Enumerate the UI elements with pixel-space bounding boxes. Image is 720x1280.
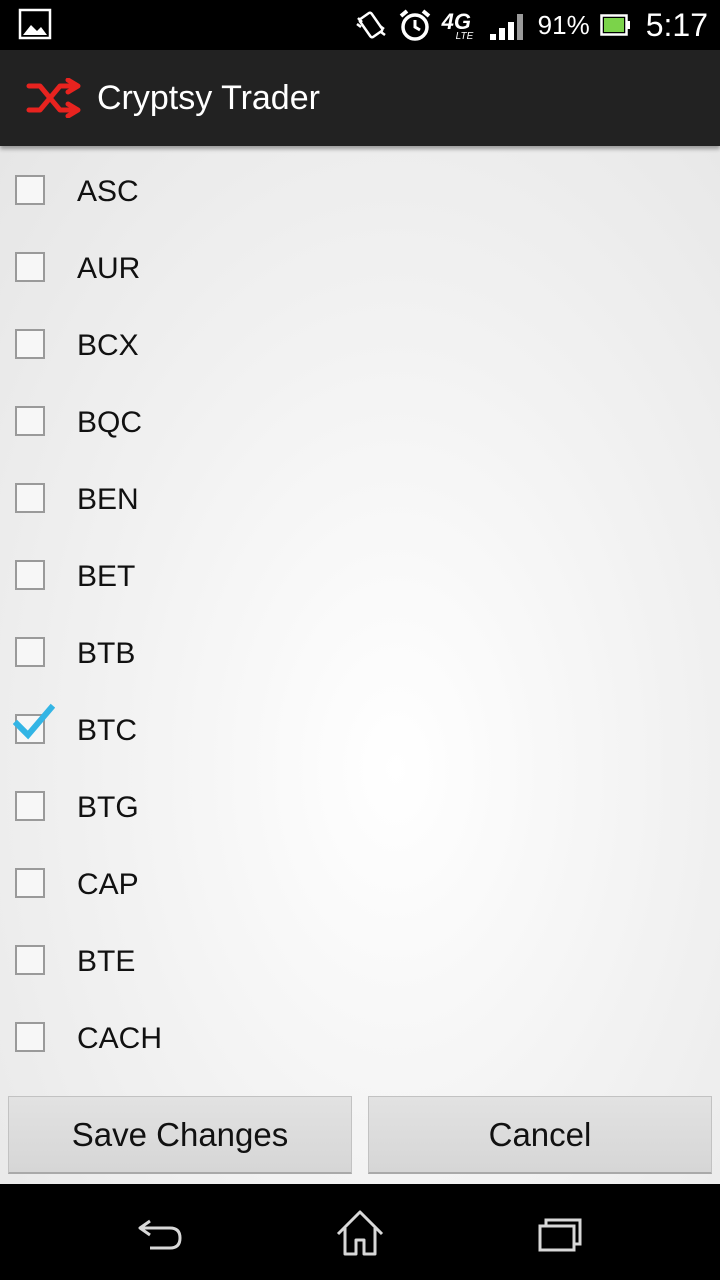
battery-icon bbox=[599, 14, 630, 36]
back-icon[interactable] bbox=[130, 1208, 190, 1258]
currency-label: BQC bbox=[77, 406, 143, 439]
currency-checkbox[interactable] bbox=[15, 175, 45, 205]
currency-list-item-bqc[interactable]: BQC bbox=[0, 384, 720, 461]
currency-label: BTG bbox=[77, 791, 139, 824]
currency-label: CAP bbox=[77, 868, 139, 901]
currency-list-item-aur[interactable]: AUR bbox=[0, 230, 720, 307]
status-bar: 4G LTE 91% 5:17 bbox=[0, 0, 720, 50]
currency-label: CACH bbox=[77, 1022, 163, 1055]
save-changes-button[interactable]: Save Changes bbox=[8, 1096, 352, 1174]
alarm-icon bbox=[399, 9, 430, 41]
network-type-indicator: 4G LTE bbox=[442, 5, 478, 45]
currency-label: BEN bbox=[77, 483, 139, 516]
signal-icon bbox=[489, 14, 523, 40]
currency-label: BTC bbox=[77, 714, 137, 747]
currency-label: AUR bbox=[77, 252, 141, 285]
home-icon[interactable] bbox=[330, 1208, 390, 1258]
currency-list-item-btb[interactable]: BTB bbox=[0, 615, 720, 692]
currency-list-item-bcx[interactable]: BCX bbox=[0, 307, 720, 384]
currency-list-item-btc[interactable]: BTC bbox=[0, 692, 720, 769]
vibrate-icon bbox=[355, 11, 386, 39]
currency-list-item-bet[interactable]: BET bbox=[0, 538, 720, 615]
currency-label: BET bbox=[77, 560, 136, 593]
currency-list-item-cach[interactable]: CACH bbox=[0, 1000, 720, 1077]
checkmark-icon bbox=[13, 703, 55, 740]
app-title: Cryptsy Trader bbox=[97, 79, 320, 117]
currency-selection-panel: ASC AUR BCX BQC BEN BET BTB BTC BTG CAP BTE CACH Sa… bbox=[0, 146, 720, 1184]
currency-checkbox[interactable] bbox=[15, 868, 45, 898]
cancel-button[interactable]: Cancel bbox=[368, 1096, 712, 1174]
currency-checkbox[interactable] bbox=[15, 252, 45, 282]
shuffle-icon[interactable] bbox=[26, 78, 86, 118]
currency-checkbox[interactable] bbox=[15, 329, 45, 359]
image-icon bbox=[18, 8, 52, 40]
currency-list-item-asc[interactable]: ASC bbox=[0, 153, 720, 230]
currency-checkbox[interactable] bbox=[15, 1022, 45, 1052]
navigation-bar bbox=[0, 1184, 720, 1280]
currency-checkbox[interactable] bbox=[13, 703, 55, 744]
currency-label: BCX bbox=[77, 329, 139, 362]
currency-list-item-cap[interactable]: CAP bbox=[0, 846, 720, 923]
currency-list-item-bte[interactable]: BTE bbox=[0, 923, 720, 1000]
currency-checkbox[interactable] bbox=[15, 637, 45, 667]
action-bar: Cryptsy Trader bbox=[0, 50, 720, 146]
currency-checkbox[interactable] bbox=[15, 791, 45, 821]
currency-checkbox[interactable] bbox=[15, 406, 45, 436]
currency-label: BTB bbox=[77, 637, 136, 670]
battery-percentage: 91% bbox=[537, 9, 590, 40]
network-sub-label: LTE bbox=[455, 31, 474, 42]
clock: 5:17 bbox=[645, 6, 708, 43]
recents-icon[interactable] bbox=[530, 1208, 590, 1258]
currency-label: BTE bbox=[77, 945, 136, 978]
currency-checkbox[interactable] bbox=[15, 483, 45, 513]
currency-checkbox[interactable] bbox=[15, 945, 45, 975]
currency-list-item-ben[interactable]: BEN bbox=[0, 461, 720, 538]
currency-list: ASC AUR BCX BQC BEN BET BTB BTC BTG CAP BTE CACH bbox=[0, 153, 720, 1077]
currency-label: ASC bbox=[77, 175, 139, 208]
currency-list-item-btg[interactable]: BTG bbox=[0, 769, 720, 846]
currency-checkbox[interactable] bbox=[15, 560, 45, 590]
